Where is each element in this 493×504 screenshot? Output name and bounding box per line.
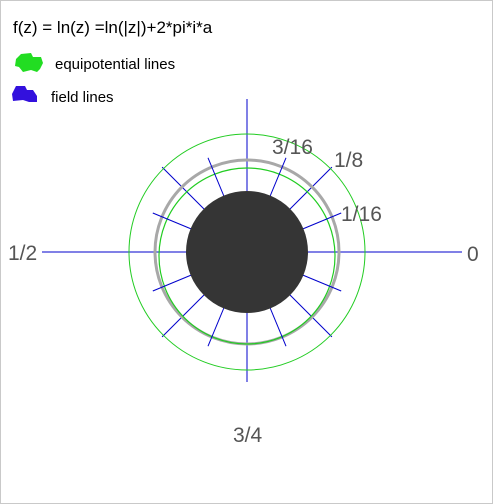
- label-one-half: 1/2: [8, 242, 37, 265]
- figure-canvas: f(z) = ln(z) =ln(|z|)+2*pi*i*a equipoten…: [0, 0, 493, 504]
- label-one-sixteenth: 1/16: [341, 203, 382, 226]
- label-three-sixteenths: 3/16: [272, 136, 313, 159]
- field-line-diagonal-1: [285, 166, 333, 214]
- label-zero: 0: [467, 243, 479, 266]
- conductor-disk: [186, 191, 308, 313]
- label-one-eighth: 1/8: [334, 149, 363, 172]
- label-three-quarters: 3/4: [233, 424, 263, 447]
- field-line-diagonal-2: [161, 166, 209, 214]
- log-field-diagram: 0 1/16 1/8 3/16 1/2 3/4: [8, 99, 479, 447]
